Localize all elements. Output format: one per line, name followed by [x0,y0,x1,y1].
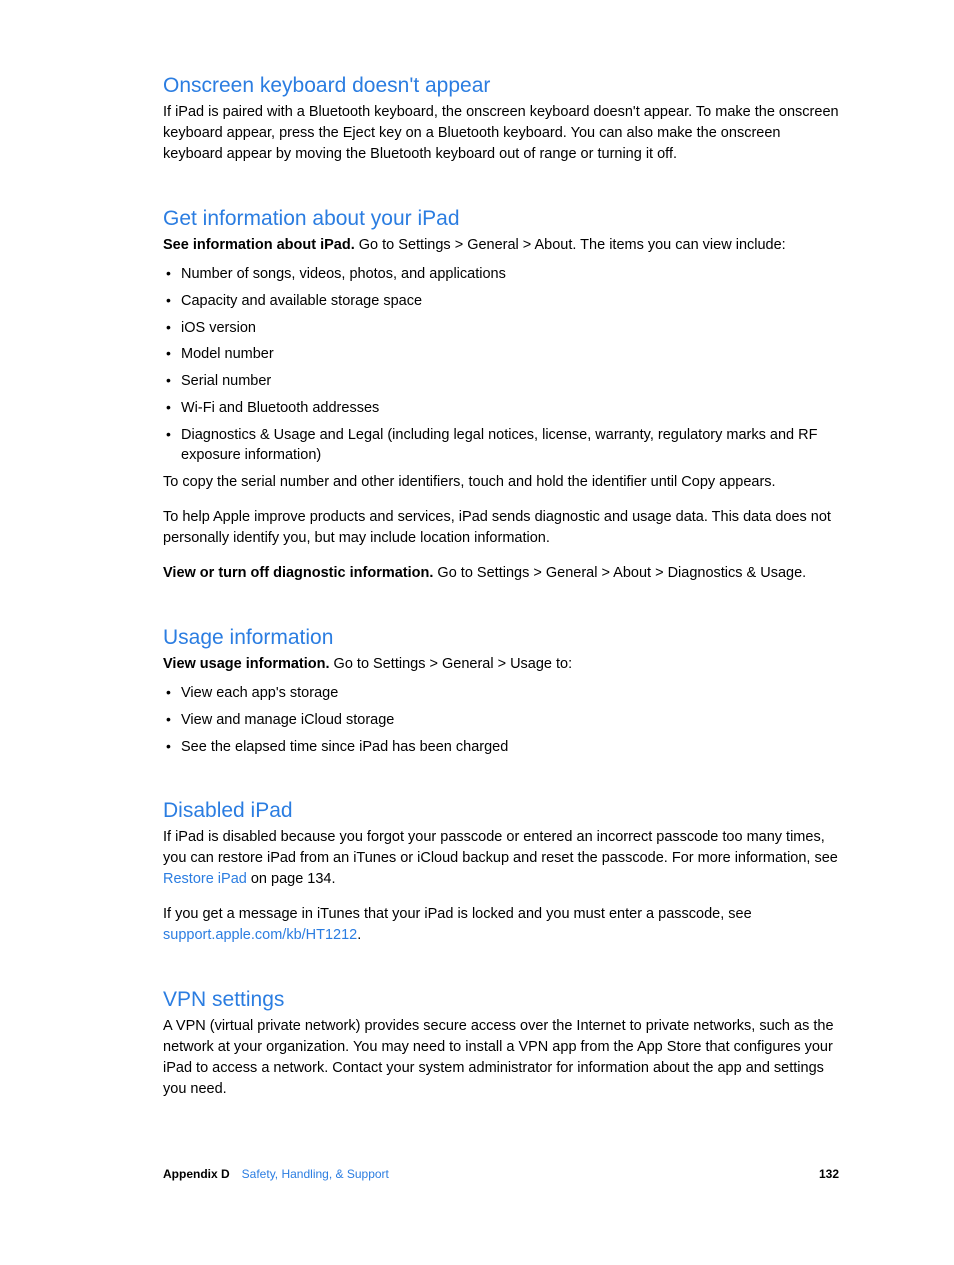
heading-vpn-settings: VPN settings [163,988,839,1012]
lead-text: View usage information. Go to Settings >… [163,654,839,675]
lead-text: See information about iPad. Go to Settin… [163,235,839,256]
body-text: If iPad is disabled because you forgot y… [163,827,839,890]
info-list: Number of songs, videos, photos, and app… [163,264,839,465]
page-footer: Appendix D Safety, Handling, & Support 1… [163,1167,839,1181]
lead-strong: See information about iPad. [163,237,355,253]
footer-section-title: Safety, Handling, & Support [242,1167,389,1181]
list-item: Capacity and available storage space [163,291,839,311]
heading-usage-information: Usage information [163,626,839,650]
link-support-url[interactable]: support.apple.com/kb/HT1212 [163,927,357,943]
section-get-information: Get information about your iPad See info… [163,207,839,584]
list-item: View each app's storage [163,683,839,703]
footer-page-number: 132 [819,1167,839,1181]
text-post: on page 134. [247,871,336,887]
lead-rest: Go to Settings > General > About > Diagn… [433,565,806,581]
lead-strong: View usage information. [163,656,330,672]
section-usage-information: Usage information View usage information… [163,626,839,757]
footer-appendix-label: Appendix D [163,1167,230,1181]
section-vpn-settings: VPN settings A VPN (virtual private netw… [163,988,839,1100]
text-pre: If iPad is disabled because you forgot y… [163,829,838,866]
section-onscreen-keyboard: Onscreen keyboard doesn't appear If iPad… [163,74,839,165]
list-item: Serial number [163,371,839,391]
body-text: If you get a message in iTunes that your… [163,904,839,946]
lead-strong: View or turn off diagnostic information. [163,565,433,581]
list-item: View and manage iCloud storage [163,710,839,730]
lead-rest: Go to Settings > General > Usage to: [330,656,573,672]
body-text: To copy the serial number and other iden… [163,472,839,493]
heading-disabled-ipad: Disabled iPad [163,799,839,823]
text-pre: If you get a message in iTunes that your… [163,906,752,922]
body-text: A VPN (virtual private network) provides… [163,1016,839,1100]
lead-rest: Go to Settings > General > About. The it… [355,237,786,253]
heading-get-information: Get information about your iPad [163,207,839,231]
list-item: Number of songs, videos, photos, and app… [163,264,839,284]
list-item: See the elapsed time since iPad has been… [163,737,839,757]
body-text: To help Apple improve products and servi… [163,507,839,549]
list-item: Diagnostics & Usage and Legal (including… [163,425,839,466]
list-item: Model number [163,344,839,364]
body-text: If iPad is paired with a Bluetooth keybo… [163,102,839,165]
page-content: Onscreen keyboard doesn't appear If iPad… [0,0,954,1100]
footer-left: Appendix D Safety, Handling, & Support [163,1167,389,1181]
text-post: . [357,927,361,943]
list-item: Wi-Fi and Bluetooth addresses [163,398,839,418]
list-item: iOS version [163,318,839,338]
link-restore-ipad[interactable]: Restore iPad [163,871,247,887]
usage-list: View each app's storage View and manage … [163,683,839,757]
body-text: View or turn off diagnostic information.… [163,563,839,584]
section-disabled-ipad: Disabled iPad If iPad is disabled becaus… [163,799,839,946]
heading-onscreen-keyboard: Onscreen keyboard doesn't appear [163,74,839,98]
